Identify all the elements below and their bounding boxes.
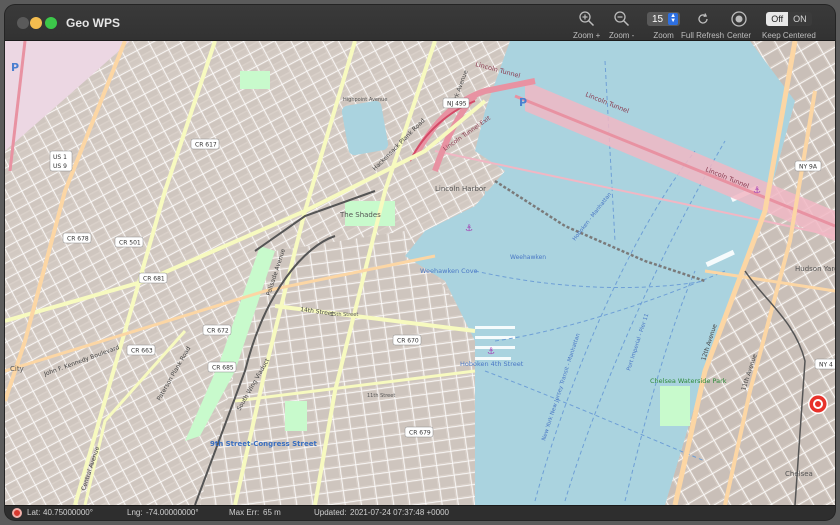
center-target-icon — [730, 9, 748, 29]
title-bar: Geo WPS Zoom + Zoom - 15 ▲ ▼ Zoom Full R… — [5, 5, 835, 41]
zoom-out-button[interactable]: Zoom - — [609, 9, 634, 40]
zoom-out-label: Zoom - — [609, 31, 635, 40]
shield-cr501: CR 501 — [114, 236, 144, 248]
shield-us1-us9: US 1 US 9 — [49, 150, 73, 172]
svg-text:US 9: US 9 — [53, 163, 67, 170]
current-location-marker[interactable] — [808, 394, 828, 414]
window-title: Geo WPS — [66, 16, 121, 30]
svg-text:CR 678: CR 678 — [67, 236, 89, 243]
shield-cr617: CR 617 — [190, 138, 220, 150]
svg-text:NJ 495: NJ 495 — [447, 101, 467, 108]
refresh-icon — [696, 9, 710, 29]
reservoir — [341, 100, 389, 156]
center-button[interactable]: Center — [727, 9, 751, 40]
zoom-out-icon — [613, 9, 631, 29]
svg-text:CR 679: CR 679 — [409, 430, 431, 437]
label-15th-street: 15th Street — [330, 312, 358, 318]
location-status-icon — [12, 508, 22, 518]
lat-value: 40.75000000° — [43, 508, 93, 517]
zoom-in-icon — [578, 9, 596, 29]
svg-text:CR 681: CR 681 — [143, 276, 165, 283]
toggle-on-option[interactable]: ON — [788, 12, 812, 26]
full-refresh-button[interactable]: Full Refresh — [681, 9, 724, 40]
zoom-value: 15 — [652, 13, 664, 25]
svg-text:NY 4: NY 4 — [819, 362, 833, 369]
shield-cr681: CR 681 — [138, 272, 168, 284]
anchor-icon: ⚓ — [487, 347, 495, 357]
label-chelsea-waterside: Chelsea Waterside Park — [650, 377, 727, 385]
svg-text:CR 617: CR 617 — [195, 142, 217, 149]
shield-cr672: CR 672 — [202, 324, 232, 336]
label-city: City — [10, 365, 24, 373]
label-chelsea: Chelsea — [785, 470, 813, 478]
full-refresh-label: Full Refresh — [681, 31, 725, 40]
anchor-icon: ⚓ — [465, 224, 473, 234]
shield-nj495: NJ 495 — [442, 97, 470, 109]
svg-text:CR 685: CR 685 — [212, 365, 234, 372]
svg-text:P: P — [519, 96, 527, 109]
label-lincoln-harbor: Lincoln Harbor — [435, 185, 486, 193]
svg-text:CR 672: CR 672 — [207, 328, 229, 335]
lng-value: -74.00000000° — [146, 508, 199, 517]
parking-icon-2: P — [519, 96, 527, 109]
label-hudson-yards: Hudson Yards — [795, 265, 835, 273]
shield-cr679: CR 679 — [404, 426, 434, 438]
status-bar: Lat: 40.75000000° Lng: -74.00000000° Max… — [5, 505, 835, 520]
svg-text:NY 9A: NY 9A — [799, 164, 818, 171]
svg-text:US 1: US 1 — [53, 154, 67, 161]
shield-cr678: CR 678 — [62, 232, 92, 244]
zoom-in-label: Zoom + — [573, 31, 601, 40]
lat-label: Lat: — [27, 508, 41, 517]
shield-ny4: NY 4 — [814, 358, 835, 370]
app-window: Geo WPS Zoom + Zoom - 15 ▲ ▼ Zoom Full R… — [5, 5, 835, 520]
zoom-control: 15 ▲ ▼ Zoom — [647, 9, 681, 40]
keep-centered-control: Off ON Keep Centered — [762, 9, 816, 40]
map-view[interactable]: Lincoln Harbor The Shades Hudson Yards C… — [5, 41, 835, 505]
label-the-shades: The Shades — [339, 211, 381, 219]
svg-text:CR 663: CR 663 — [131, 348, 153, 355]
anchor-icon: ⚓ — [753, 186, 761, 196]
shield-cr685: CR 685 — [207, 361, 237, 373]
maxerr-label: Max Err: — [229, 508, 260, 517]
zoom-in-button[interactable]: Zoom + — [573, 9, 600, 40]
updated-value: 2021-07-24 07:37:48 +0000 — [350, 508, 449, 517]
zoom-label: Zoom — [653, 31, 674, 40]
label-9th-street: 9th Street-Congress Street — [210, 440, 317, 448]
maxerr-value: 65 m — [263, 508, 281, 517]
parking-icon: P — [11, 61, 19, 74]
keep-centered-label: Keep Centered — [762, 31, 816, 40]
minimize-window-button[interactable] — [30, 17, 42, 29]
label-weehawken-cove: Weehawken Cove — [420, 267, 478, 275]
close-window-button[interactable] — [17, 17, 29, 29]
label-highpoint-avenue: Highpoint Avenue — [343, 97, 387, 103]
keep-centered-toggle[interactable]: Off ON — [766, 12, 812, 26]
toggle-off-option[interactable]: Off — [766, 12, 789, 26]
stepper-arrows-icon[interactable]: ▲ ▼ — [668, 13, 679, 25]
shield-cr663: CR 663 — [126, 344, 156, 356]
updated-label: Updated: — [314, 508, 347, 517]
label-hoboken-4th: Hoboken 4th Street — [460, 360, 524, 368]
zoom-window-button[interactable] — [45, 17, 57, 29]
shield-ny9a: NY 9A — [794, 160, 822, 172]
svg-text:P: P — [11, 61, 19, 74]
label-weehawken: Weehawken — [510, 254, 546, 261]
svg-text:CR 670: CR 670 — [397, 338, 419, 345]
lng-label: Lng: — [127, 508, 143, 517]
map-canvas[interactable]: Lincoln Harbor The Shades Hudson Yards C… — [5, 41, 835, 505]
shield-cr670: CR 670 — [392, 334, 422, 346]
center-label: Center — [727, 31, 752, 40]
svg-text:CR 501: CR 501 — [119, 240, 141, 247]
zoom-stepper[interactable]: 15 ▲ ▼ — [647, 12, 681, 26]
label-11th-street: 11th Street — [367, 393, 395, 399]
